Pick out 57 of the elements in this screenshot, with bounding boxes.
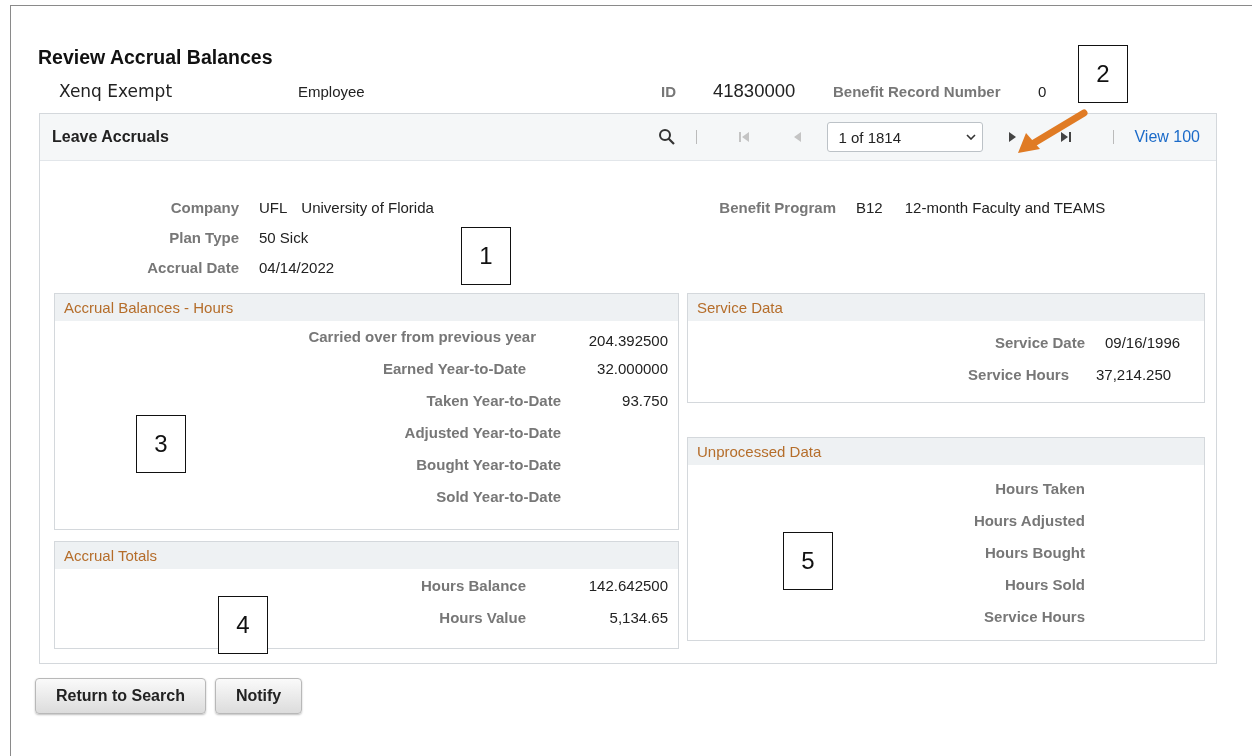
last-page-icon[interactable] — [1059, 130, 1074, 144]
notify-button[interactable]: Notify — [214, 678, 303, 714]
id-label: ID — [661, 82, 677, 100]
chevron-down-icon — [966, 134, 977, 140]
arrow-icon — [1016, 109, 1088, 155]
row-value: 93.750 — [621, 392, 668, 409]
row-label: Adjusted Year-to-Date — [404, 424, 561, 441]
row-label: Bought Year-to-Date — [416, 456, 561, 473]
benefit-record-label: Benefit Record Number — [833, 82, 1002, 100]
callout-number: 4 — [218, 596, 268, 654]
row-value: 32.000000 — [596, 360, 668, 377]
search-icon[interactable] — [658, 128, 677, 146]
row-label: Hours Adjusted — [973, 512, 1085, 529]
panel-title: Leave Accruals — [52, 128, 169, 146]
employee-name: Xenq Exempt — [59, 81, 174, 101]
group-title: Service Data — [688, 294, 1204, 321]
benefit-record-number: 0 — [1038, 82, 1047, 100]
field-value: 50 Sick — [259, 229, 309, 246]
row-label: Sold Year-to-Date — [436, 488, 561, 505]
view-100-link[interactable]: View 100 — [1134, 128, 1200, 146]
callout-number: 1 — [461, 227, 511, 285]
row-label: Service Hours — [968, 366, 1069, 383]
field-value: 04/14/2022 — [259, 259, 335, 276]
group-title: Accrual Balances - Hours — [55, 294, 678, 321]
row-value: 37,214.250 — [1096, 366, 1172, 383]
field-value: 12-month Faculty and TEAMS — [904, 199, 1106, 216]
field-label: Plan Type — [168, 229, 239, 246]
page-title: Review Accrual Balances — [38, 46, 274, 69]
return-to-search-button[interactable]: Return to Search — [35, 678, 206, 714]
field-label: Benefit Program — [718, 199, 836, 216]
row-label: Carried over from previous year — [308, 328, 536, 345]
row-label: Hours Bought — [985, 544, 1085, 561]
group-title: Accrual Totals — [55, 542, 678, 569]
row-label: Hours Taken — [995, 480, 1085, 497]
row-label: Hours Value — [439, 609, 526, 626]
callout-number: 5 — [783, 532, 833, 590]
page-select[interactable]: 1 of 1814 — [827, 122, 984, 152]
field-label: Accrual Date — [146, 259, 239, 276]
row-label: Hours Sold — [1005, 576, 1085, 593]
row-label: Hours Balance — [420, 577, 526, 594]
row-label: Earned Year-to-Date — [382, 360, 526, 377]
callout-number: 3 — [136, 415, 186, 473]
employee-id: 41830000 — [713, 80, 797, 102]
row-label: Service Hours — [984, 608, 1085, 625]
row-label: Taken Year-to-Date — [426, 392, 561, 409]
field-value: UFL — [259, 199, 288, 216]
row-value: 5,134.65 — [608, 609, 668, 626]
callout-number: 2 — [1078, 45, 1128, 103]
field-value: University of Florida — [301, 199, 434, 216]
field-value: B12 — [856, 199, 883, 216]
row-value: 142.642500 — [587, 577, 668, 594]
row-value: 204.392500 — [587, 332, 668, 349]
field-label: Company — [169, 199, 239, 216]
row-label: Service Date — [994, 334, 1085, 351]
group-title: Unprocessed Data — [688, 438, 1204, 465]
employee-role: Employee — [298, 82, 366, 100]
row-value: 09/16/1996 — [1105, 334, 1181, 351]
